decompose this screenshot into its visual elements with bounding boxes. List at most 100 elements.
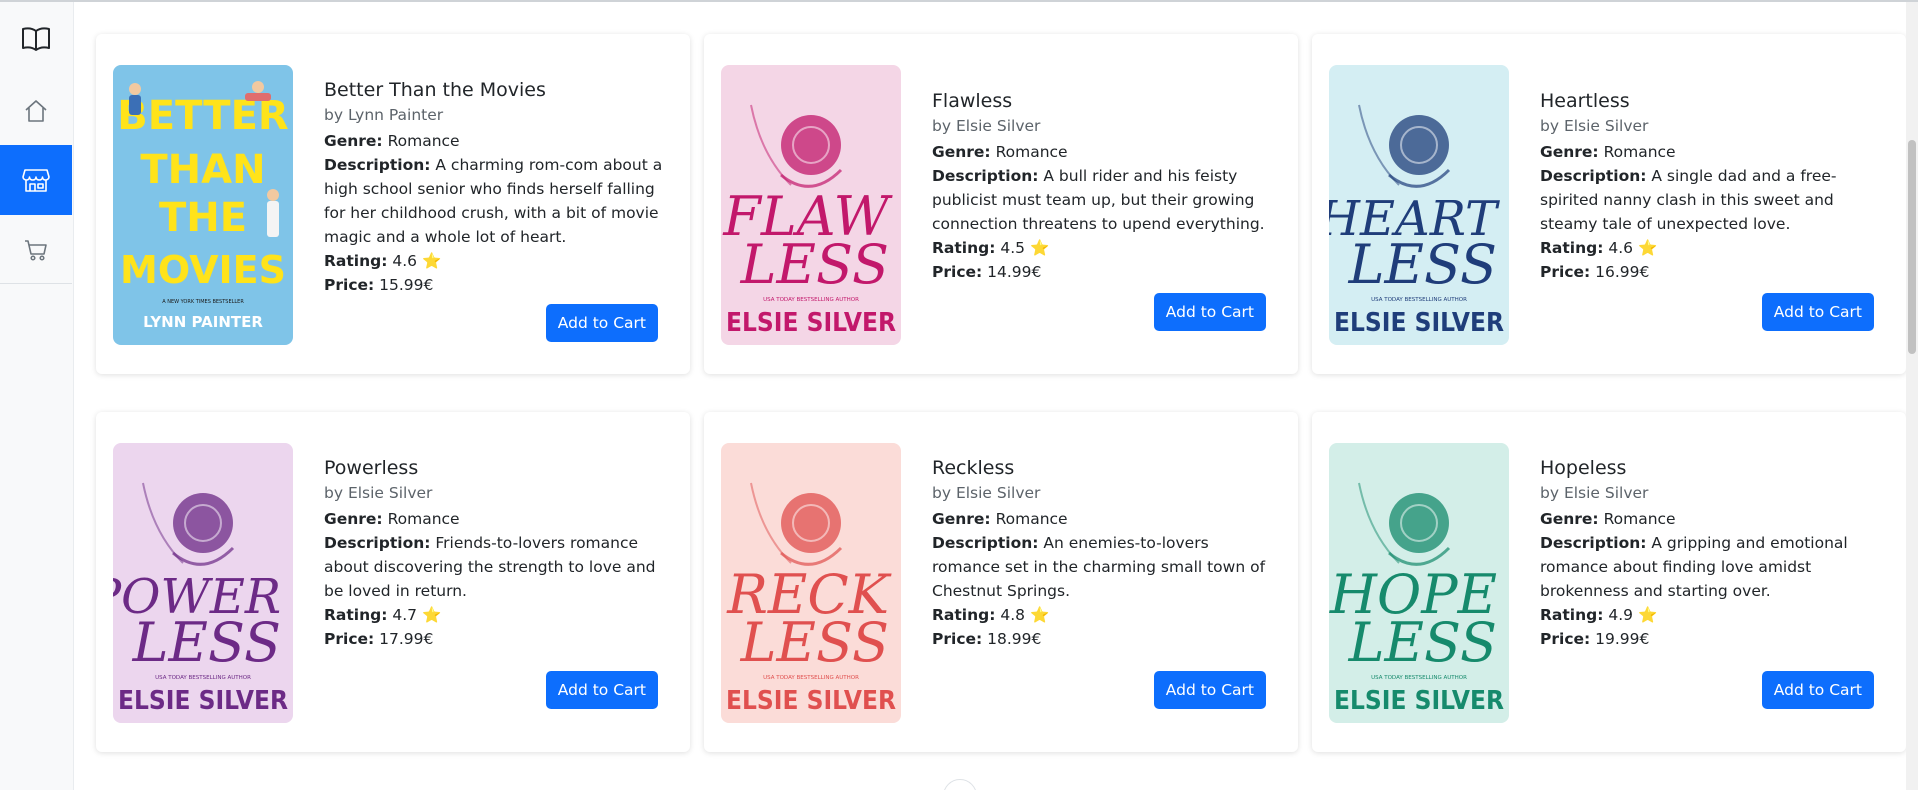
- cover-art: HEARTLESSUSA TODAY BESTSELLING AUTHORELS…: [1329, 65, 1509, 345]
- book-author: by Elsie Silver: [1540, 484, 1649, 502]
- add-to-cart-button[interactable]: Add to Cart: [1761, 671, 1874, 709]
- book-description: Description: Friends-to-lovers romance a…: [324, 534, 656, 600]
- book-price: Price: 15.99€: [324, 276, 434, 294]
- storefront-icon: [22, 169, 50, 192]
- book-rating: Rating: 4.6 ⭐: [1540, 239, 1658, 257]
- house-icon: [25, 100, 47, 122]
- book-price: Price: 19.99€: [1540, 630, 1650, 648]
- svg-text:USA TODAY BESTSELLING AUTHOR: USA TODAY BESTSELLING AUTHOR: [1371, 675, 1467, 681]
- add-to-cart-button[interactable]: Add to Cart: [545, 304, 658, 342]
- svg-text:LYNN PAINTER: LYNN PAINTER: [143, 313, 263, 331]
- book-cover-image[interactable]: FLAW LESS USA TODAY BESTSELLING AUTHOR ELSI…: [721, 65, 901, 345]
- book-genre: Genre: Romance: [1540, 143, 1676, 161]
- book-price: Price: 16.99€: [1540, 263, 1650, 281]
- book-description: Description: A single dad and a free-spi…: [1540, 167, 1837, 233]
- cover-art: BETTERTHANTHEMOVIESA NEW YORK TIMES BEST…: [113, 65, 293, 345]
- book-title: Reckless: [932, 457, 1015, 479]
- svg-text:USA TODAY BESTSELLING AUTHOR: USA TODAY BESTSELLING AUTHOR: [155, 675, 251, 681]
- svg-text:ELSIE SILVER: ELSIE SILVER: [726, 686, 896, 716]
- book-author: by Elsie Silver: [324, 484, 433, 502]
- book-genre: Genre: Romance: [324, 510, 460, 528]
- book-description: Description: A charming rom-com about a …: [324, 156, 663, 246]
- cover-art: FLAWLESSUSA TODAY BESTSELLING AUTHORELSI…: [721, 65, 901, 345]
- product-card: FLAW LESS USA TODAY BESTSELLING AUTHOR ELSI…: [704, 34, 1298, 374]
- book-title: Hopeless: [1540, 457, 1627, 479]
- book-cover-image[interactable]: RECK LESS USA TODAY BESTSELLING AUTHOR ELSI…: [721, 443, 901, 723]
- product-card: BETTER THAN THE MOVIES A NEW YORK TIMES BEST…: [96, 34, 690, 374]
- book-genre: Genre: Romance: [932, 143, 1068, 161]
- svg-text:THE: THE: [159, 195, 247, 241]
- book-author: by Elsie Silver: [1540, 117, 1649, 135]
- svg-text:LESS: LESS: [740, 611, 889, 674]
- add-to-cart-button[interactable]: Add to Cart: [1761, 293, 1874, 331]
- svg-text:USA TODAY BESTSELLING AUTHOR: USA TODAY BESTSELLING AUTHOR: [763, 297, 859, 303]
- book-author: by Elsie Silver: [932, 117, 1041, 135]
- svg-text:LESS: LESS: [132, 611, 281, 674]
- book-info: Powerless by Elsie Silver Genre: Romance…: [324, 455, 670, 651]
- book-cover-image[interactable]: POWERLESSUSA TODAY BESTSELLING AUTHORELS…: [113, 443, 293, 723]
- sidebar: [0, 2, 74, 790]
- book-info: Flawless by Elsie Silver Genre: Romance …: [932, 88, 1278, 284]
- sidebar-item-cart[interactable]: [0, 215, 72, 285]
- book-author: by Lynn Painter: [324, 106, 444, 124]
- open-book-icon: [22, 27, 50, 51]
- book-rating: Rating: 4.6 ⭐: [324, 252, 442, 270]
- svg-text:USA TODAY BESTSELLING AUTHOR: USA TODAY BESTSELLING AUTHOR: [1371, 297, 1467, 303]
- svg-text:MOVIES: MOVIES: [120, 248, 286, 292]
- cover-art: HOPELESSUSA TODAY BESTSELLING AUTHORELSI…: [1329, 443, 1509, 723]
- book-rating: Rating: 4.9 ⭐: [1540, 606, 1658, 624]
- sidebar-item-home[interactable]: [0, 76, 72, 146]
- scrollbar[interactable]: [1906, 2, 1918, 790]
- book-info: Reckless by Elsie Silver Genre: Romance …: [932, 455, 1278, 651]
- book-cover-image[interactable]: HOPE LESS USA TODAY BESTSELLING AUTHOR ELSI…: [1329, 443, 1509, 723]
- book-genre: Genre: Romance: [932, 510, 1068, 528]
- book-price: Price: 17.99€: [324, 630, 434, 648]
- book-price: Price: 14.99€: [932, 263, 1042, 281]
- cart-icon: [25, 240, 47, 261]
- book-genre: Genre: Romance: [324, 132, 460, 150]
- book-title: Better Than the Movies: [324, 79, 546, 101]
- book-info: Hopeless by Elsie Silver Genre: Romance …: [1540, 455, 1886, 651]
- svg-text:A NEW YORK TIMES BESTSELLER: A NEW YORK TIMES BESTSELLER: [162, 299, 244, 305]
- book-description: Description: A bull rider and his feisty…: [932, 167, 1265, 233]
- product-card: POWERLESSUSA TODAY BESTSELLING AUTHORELS…: [96, 412, 690, 752]
- svg-text:ELSIE SILVER: ELSIE SILVER: [118, 686, 288, 716]
- book-rating: Rating: 4.8 ⭐: [932, 606, 1050, 624]
- svg-text:LESS: LESS: [740, 233, 889, 296]
- book-info: Heartless by Elsie Silver Genre: Romance…: [1540, 88, 1886, 284]
- scroll-to-top-button[interactable]: [943, 779, 977, 790]
- brand-logo[interactable]: [0, 16, 72, 62]
- svg-text:ELSIE SILVER: ELSIE SILVER: [726, 308, 896, 338]
- scrollbar-thumb[interactable]: [1908, 140, 1916, 354]
- book-title: Heartless: [1540, 90, 1630, 112]
- cover-art: RECKLESSUSA TODAY BESTSELLING AUTHORELSI…: [721, 443, 901, 723]
- product-card: HOPE LESS USA TODAY BESTSELLING AUTHOR ELSI…: [1312, 412, 1906, 752]
- book-genre: Genre: Romance: [1540, 510, 1676, 528]
- book-rating: Rating: 4.5 ⭐: [932, 239, 1050, 257]
- svg-text:ELSIE SILVER: ELSIE SILVER: [1334, 686, 1504, 716]
- book-cover-image[interactable]: HEART LESS USA TODAY BESTSELLING AUTHOR ELS…: [1329, 65, 1509, 345]
- add-to-cart-button[interactable]: Add to Cart: [1153, 671, 1266, 709]
- book-cover-image[interactable]: BETTER THAN THE MOVIES A NEW YORK TIMES BEST…: [113, 65, 293, 345]
- cover-art: POWERLESSUSA TODAY BESTSELLING AUTHORELS…: [113, 443, 293, 723]
- book-info: Better Than the Movies by Lynn Painter G…: [324, 77, 670, 297]
- book-description: Description: An enemies-to-lovers romanc…: [932, 534, 1266, 600]
- sidebar-divider: [0, 283, 72, 284]
- svg-text:THAN: THAN: [140, 147, 265, 193]
- svg-text:USA TODAY BESTSELLING AUTHOR: USA TODAY BESTSELLING AUTHOR: [763, 675, 859, 681]
- svg-text:ELSIE SILVER: ELSIE SILVER: [1334, 308, 1504, 338]
- book-author: by Elsie Silver: [932, 484, 1041, 502]
- book-description: Description: A gripping and emotional ro…: [1540, 534, 1848, 600]
- book-title: Powerless: [324, 457, 419, 479]
- product-card: RECK LESS USA TODAY BESTSELLING AUTHOR ELSI…: [704, 412, 1298, 752]
- product-card: HEART LESS USA TODAY BESTSELLING AUTHOR ELS…: [1312, 34, 1906, 374]
- book-rating: Rating: 4.7 ⭐: [324, 606, 442, 624]
- sidebar-item-shop[interactable]: [0, 145, 72, 215]
- add-to-cart-button[interactable]: Add to Cart: [545, 671, 658, 709]
- book-title: Flawless: [932, 90, 1013, 112]
- svg-text:LESS: LESS: [1348, 233, 1497, 296]
- book-price: Price: 18.99€: [932, 630, 1042, 648]
- svg-text:LESS: LESS: [1348, 611, 1497, 674]
- add-to-cart-button[interactable]: Add to Cart: [1153, 293, 1266, 331]
- top-border: [0, 0, 1918, 2]
